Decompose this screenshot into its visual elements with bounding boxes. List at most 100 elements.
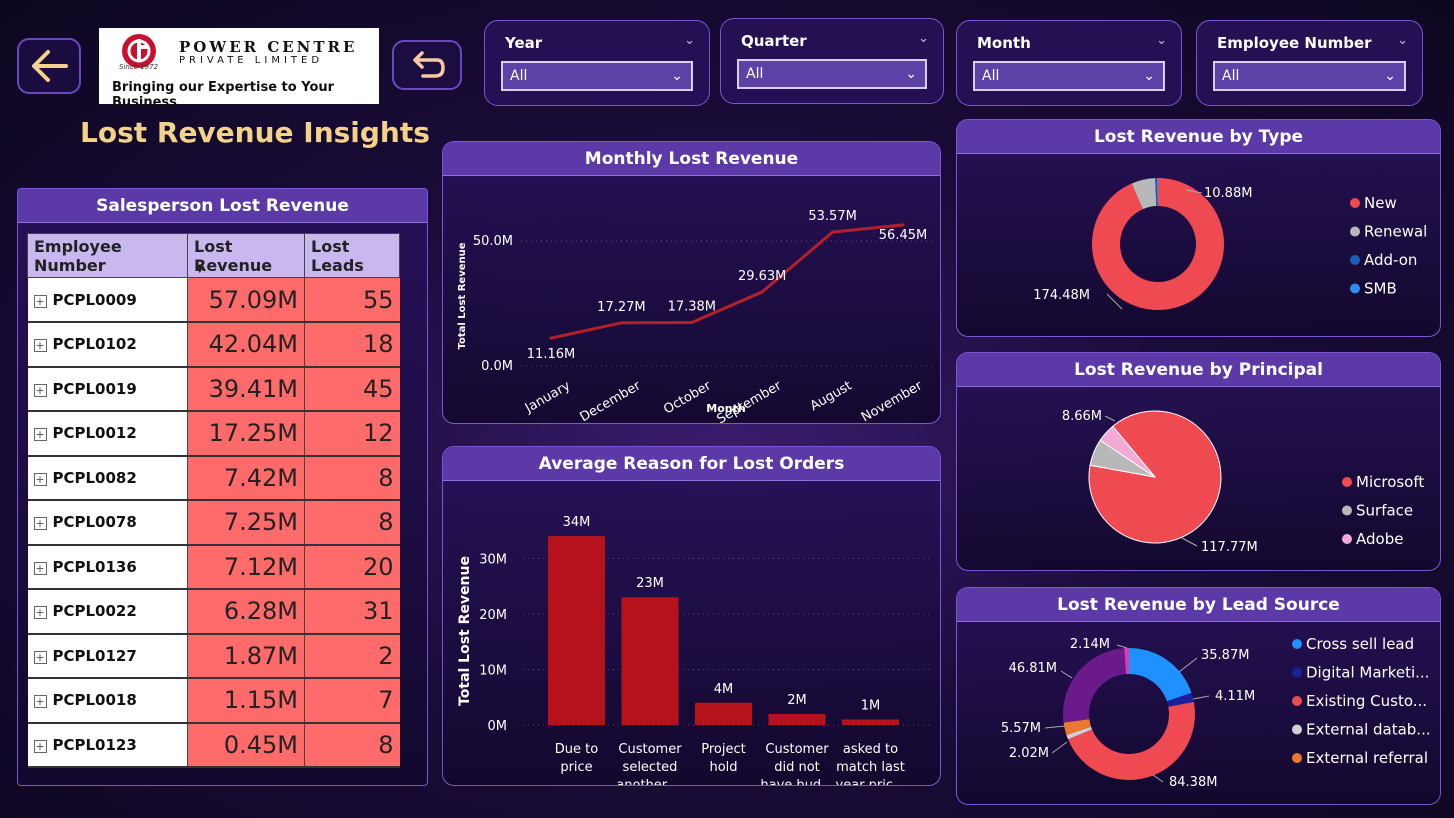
data-label: 117.77M (1201, 540, 1258, 555)
table-row[interactable]: + PCPL0019 39.41M 45 (27, 366, 400, 412)
x-tick-label: Customer (765, 742, 829, 757)
legend-dot (1350, 283, 1360, 294)
legend-dot (1342, 505, 1352, 516)
x-tick-label: match last (836, 760, 905, 775)
bar (548, 536, 605, 725)
employee-cell: + PCPL0136 (27, 544, 188, 590)
revenue-by-lead-source-card: Lost Revenue by Lead Source 35.87M 4.11M 8… (956, 587, 1441, 805)
revenue-by-type-donut: 10.88M 174.48M New Renewal Add-on SMB (1033, 178, 1427, 310)
leader-line (1192, 695, 1210, 700)
expand-icon[interactable]: + (33, 428, 47, 442)
bar (695, 702, 752, 725)
column-header-employee[interactable]: Employee Number (27, 233, 188, 278)
month-slicer[interactable]: Month ⌄ All ⌄ (956, 20, 1182, 106)
dropdown-arrow-icon: ⌄ (671, 68, 683, 84)
table-row[interactable]: + PCPL0022 6.28M 31 (27, 589, 400, 635)
legend-label: Add-on (1364, 251, 1417, 269)
slicer-value: All (1222, 68, 1240, 84)
table-row[interactable]: + PCPL0127 1.87M 2 (27, 633, 400, 679)
table-row[interactable]: + PCPL0078 7.25M 8 (27, 500, 400, 546)
x-tick-label: have bud... (760, 778, 833, 786)
revenue-by-type-card: Lost Revenue by Type 10.88M 174.48M New Ren… (956, 119, 1441, 337)
table-row[interactable]: + PCPL0136 7.12M 20 (27, 544, 400, 590)
data-label: 56.45M (879, 228, 927, 243)
data-point (690, 321, 694, 325)
employee-dropdown[interactable]: All ⌄ (1213, 61, 1406, 91)
column-header-leads[interactable]: Lost Leads (304, 233, 400, 278)
table-row[interactable]: + PCPL0009 57.09M 55 (27, 277, 400, 323)
expand-icon[interactable]: + (33, 561, 47, 575)
column-header-label: Lost Revenue (194, 236, 273, 275)
quarter-dropdown[interactable]: All ⌄ (737, 59, 927, 89)
table-row[interactable]: + PCPL0012 17.25M 12 (27, 411, 400, 457)
year-dropdown[interactable]: All ⌄ (501, 61, 693, 91)
lost-leads-cell: 31 (304, 589, 400, 635)
employee-number: PCPL0127 (52, 646, 137, 665)
lost-leads-cell: 2 (304, 633, 400, 679)
lost-reasons-bar-chart: 0M 10M 20M 30M 34M Due to price 23M Customer sele… (457, 515, 933, 786)
column-header-revenue[interactable]: Lost Revenue ▼ (187, 233, 305, 278)
slicer-value: All (746, 66, 764, 82)
employee-cell: + PCPL0022 (27, 589, 188, 635)
expand-icon[interactable]: + (33, 695, 47, 709)
table-row[interactable]: + PCPL0102 42.04M 18 (27, 322, 400, 368)
lost-revenue-cell: 1.15M (187, 678, 305, 724)
x-tick-label: asked to (843, 742, 898, 757)
chevron-down-icon[interactable]: ⌄ (1156, 33, 1167, 48)
expand-icon[interactable]: + (33, 606, 47, 620)
slicer-label: Quarter (741, 32, 807, 50)
x-tick-label: did not (774, 760, 820, 775)
lost-revenue-cell: 0.45M (187, 722, 305, 768)
x-tick-label: hold (709, 760, 737, 775)
chevron-down-icon[interactable]: ⌄ (1397, 33, 1408, 48)
expand-icon[interactable]: + (33, 650, 47, 664)
employee-slicer[interactable]: Employee Number ⌄ All ⌄ (1196, 20, 1423, 106)
employee-number: PCPL0082 (52, 468, 137, 487)
chart-title: Lost Revenue by Lead Source (957, 588, 1440, 622)
leader-line (1178, 657, 1198, 673)
table-row[interactable]: + PCPL0123 0.45M 8 (27, 722, 400, 768)
expand-icon[interactable]: + (33, 294, 47, 308)
back-button[interactable] (17, 38, 81, 94)
leader-line (1116, 644, 1128, 649)
y-tick-label: 0M (488, 719, 508, 734)
monthly-line-chart: 0.0M 50.0M 11.16M January 17.27M December 17.3… (457, 209, 933, 423)
logo-sub: PRIVATE LIMITED (179, 55, 324, 66)
quarter-slicer[interactable]: Quarter ⌄ All ⌄ (720, 18, 944, 104)
table-row[interactable]: + PCPL0082 7.42M 8 (27, 455, 400, 501)
month-dropdown[interactable]: All ⌄ (973, 61, 1165, 91)
expand-icon[interactable]: + (33, 517, 47, 531)
legend-label: SMB (1364, 280, 1397, 298)
data-label: 8.66M (1062, 409, 1102, 424)
employee-cell: + PCPL0082 (27, 455, 188, 501)
bar (621, 597, 679, 725)
table-row[interactable]: + PCPL0018 1.15M 7 (27, 678, 400, 724)
slicer-label: Month (977, 34, 1031, 52)
employee-cell: + PCPL0102 (27, 322, 188, 368)
legend-label: Digital Marketi... (1306, 664, 1429, 682)
expand-icon[interactable]: + (33, 472, 47, 486)
lost-leads-cell: 12 (304, 411, 400, 457)
leader-line (1104, 415, 1116, 422)
chevron-down-icon[interactable]: ⌄ (918, 31, 929, 46)
data-point (831, 230, 835, 234)
y-tick-label: 50.0M (473, 234, 513, 249)
expand-icon[interactable]: + (33, 339, 47, 353)
legend-dot (1292, 753, 1302, 763)
x-tick-label: another ... (616, 778, 683, 786)
legend-label: New (1364, 194, 1397, 212)
chart-title: Lost Revenue by Type (957, 120, 1440, 154)
chart-title: Lost Revenue by Principal (957, 353, 1440, 387)
data-label: 84.38M (1169, 775, 1217, 790)
lost-leads-cell: 18 (304, 322, 400, 368)
expand-icon[interactable]: + (33, 383, 47, 397)
company-logo: Since 1972 POWER CENTRE PRIVATE LIMITED … (99, 28, 379, 110)
pie-slice (1063, 648, 1127, 723)
expand-icon[interactable]: + (33, 739, 47, 753)
employee-cell: + PCPL0019 (27, 366, 188, 412)
employee-number: PCPL0102 (52, 335, 137, 354)
undo-button[interactable] (392, 40, 462, 90)
legend-label: Existing Custo... (1306, 692, 1427, 710)
chevron-down-icon[interactable]: ⌄ (684, 33, 695, 48)
year-slicer[interactable]: Year ⌄ All ⌄ (484, 20, 710, 106)
